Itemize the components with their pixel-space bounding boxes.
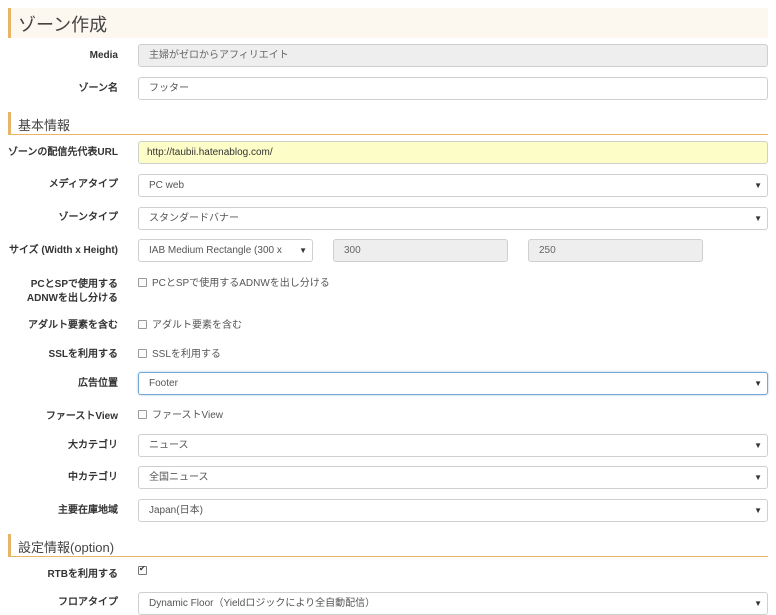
floor-type-label: フロアタイプ bbox=[58, 597, 118, 608]
url-label: ゾーンの配信先代表URL bbox=[7, 147, 118, 158]
zone-type-label: ゾーンタイプ bbox=[58, 212, 119, 223]
split-adnw-checkbox-label: PCとSPで使用するADNWを出し分ける bbox=[152, 278, 330, 289]
split-adnw-label-line1: PCとSPで使用する bbox=[30, 279, 118, 290]
first-view-checkbox[interactable]: ファーストView bbox=[138, 409, 223, 422]
ssl-checkbox-label: SSLを利用する bbox=[152, 349, 221, 360]
category-main-value: ニュース bbox=[149, 440, 189, 451]
checkbox-icon[interactable] bbox=[138, 277, 147, 287]
zone-type-select[interactable]: スタンダードバナー ▼ bbox=[138, 207, 768, 230]
size-height-field: 250 bbox=[528, 239, 703, 262]
checkbox-icon[interactable] bbox=[138, 348, 147, 358]
chevron-down-icon: ▼ bbox=[754, 181, 762, 190]
media-label: Media bbox=[89, 50, 118, 61]
media-type-value: PC web bbox=[149, 180, 185, 191]
category-sub-select[interactable]: 全国ニュース ▼ bbox=[138, 466, 768, 489]
checkbox-icon[interactable] bbox=[138, 409, 147, 419]
ad-position-select[interactable]: Footer ▼ bbox=[138, 372, 768, 395]
size-label: サイズ (Width x Height) bbox=[8, 245, 118, 256]
category-sub-value: 全国ニュース bbox=[149, 472, 209, 483]
split-adnw-checkbox[interactable]: PCとSPで使用するADNWを出し分ける bbox=[138, 277, 330, 290]
chevron-down-icon: ▼ bbox=[754, 441, 762, 450]
split-adnw-label: PCとSPで使用する ADNWを出し分ける bbox=[27, 278, 118, 306]
adult-checkbox[interactable]: アダルト要素を含む bbox=[138, 319, 242, 332]
size-select[interactable]: IAB Medium Rectangle (300 x ▼ bbox=[138, 239, 313, 262]
region-label: 主要在庫地域 bbox=[58, 505, 118, 516]
split-adnw-label-line2: ADNWを出し分ける bbox=[26, 293, 118, 304]
section-settings: 設定情報(option) bbox=[8, 534, 768, 557]
checkbox-icon[interactable] bbox=[138, 319, 147, 329]
category-sub-label: 中カテゴリ bbox=[68, 472, 118, 483]
zone-type-value: スタンダードバナー bbox=[149, 213, 239, 224]
rtb-label: RTBを利用する bbox=[47, 569, 118, 580]
first-view-label: ファーストView bbox=[45, 411, 118, 422]
section-basic-info: 基本情報 bbox=[8, 112, 768, 135]
category-main-label: 大カテゴリ bbox=[68, 440, 118, 451]
checkmark-icon: ✔ bbox=[139, 563, 146, 573]
media-type-label: メディアタイプ bbox=[48, 179, 118, 190]
media-type-select[interactable]: PC web ▼ bbox=[138, 174, 768, 197]
adult-checkbox-label: アダルト要素を含む bbox=[152, 320, 242, 331]
category-main-select[interactable]: ニュース ▼ bbox=[138, 434, 768, 457]
adult-label: アダルト要素を含む bbox=[28, 320, 118, 331]
zone-name-label: ゾーン名 bbox=[78, 83, 119, 94]
checkbox-icon[interactable]: ✔ bbox=[138, 563, 147, 575]
size-value: IAB Medium Rectangle (300 x bbox=[149, 245, 282, 256]
chevron-down-icon: ▼ bbox=[754, 506, 762, 515]
media-field: 主婦がゼロからアフィリエイト bbox=[138, 44, 768, 67]
region-select[interactable]: Japan(日本) ▼ bbox=[138, 499, 768, 522]
region-value: Japan(日本) bbox=[149, 505, 203, 516]
first-view-checkbox-label: ファーストView bbox=[152, 410, 223, 421]
size-width-field: 300 bbox=[333, 239, 508, 262]
url-input[interactable]: http://taubii.hatenablog.com/ bbox=[138, 141, 768, 164]
rtb-checkbox[interactable]: ✔ bbox=[138, 563, 152, 578]
page-title: ゾーン作成 bbox=[18, 15, 108, 35]
ad-position-value: Footer bbox=[149, 378, 178, 389]
page-header: ゾーン作成 bbox=[8, 8, 768, 38]
chevron-down-icon: ▼ bbox=[754, 214, 762, 223]
zone-name-input[interactable]: フッター bbox=[138, 77, 768, 100]
section-settings-title: 設定情報(option) bbox=[18, 540, 115, 555]
chevron-down-icon: ▼ bbox=[299, 246, 307, 255]
section-basic-info-title: 基本情報 bbox=[18, 118, 71, 133]
ad-position-label: 広告位置 bbox=[78, 378, 118, 389]
ssl-checkbox[interactable]: SSLを利用する bbox=[138, 348, 221, 361]
chevron-down-icon: ▼ bbox=[754, 473, 762, 482]
chevron-down-icon: ▼ bbox=[754, 379, 762, 388]
ssl-label: SSLを利用する bbox=[48, 349, 118, 360]
